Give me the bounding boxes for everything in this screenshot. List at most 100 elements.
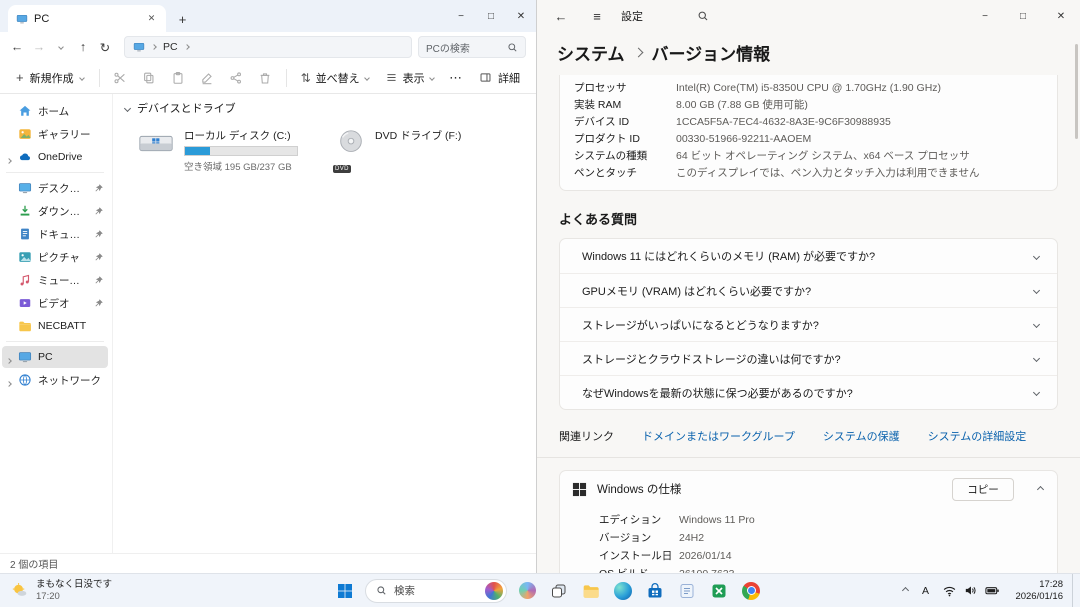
divider (537, 457, 1080, 458)
breadcrumb-chevron-icon (184, 44, 190, 50)
search-icon[interactable] (691, 4, 715, 28)
pin-icon (93, 275, 104, 286)
faq-item[interactable]: Windows 11 にはどれくらいのメモリ (RAM) が必要ですか? (560, 239, 1057, 273)
app-button-1[interactable] (672, 577, 702, 605)
sidebar-item-documents[interactable]: ドキュメント (2, 223, 108, 245)
start-button[interactable] (330, 577, 360, 605)
paste-button[interactable] (165, 66, 192, 90)
refresh-button[interactable]: ↻ (94, 36, 116, 58)
faq-item[interactable]: ストレージとクラウドストレージの違いは何ですか? (560, 341, 1057, 375)
faq-question: GPUメモリ (VRAM) はどれくらい必要ですか? (582, 283, 811, 299)
faq-item[interactable]: なぜWindowsを最新の状態に保つ必要があるのですか? (560, 375, 1057, 409)
faq-question: なぜWindowsを最新の状態に保つ必要があるのですか? (582, 385, 853, 401)
windows-spec-title: Windows の仕様 (597, 481, 942, 497)
tab-close-icon[interactable]: ✕ (143, 10, 160, 27)
delete-button[interactable] (252, 66, 279, 90)
spec-value: 00330-51966-92211-AAOEM (676, 131, 811, 148)
sidebar-item-label: PC (38, 351, 53, 363)
maximize-button[interactable]: □ (476, 0, 506, 32)
drive-name: ローカル ディスク (C:) (184, 128, 298, 143)
sidebar-item-label: ギャラリー (38, 127, 91, 142)
edge-button[interactable] (608, 577, 638, 605)
sidebar-item-gallery[interactable]: ギャラリー (2, 123, 108, 145)
explorer-command-bar: + 新規作成 ⇅ 並べ替え 表示 ⋯ 詳細 (0, 62, 536, 94)
forward-button[interactable]: → (28, 36, 50, 58)
faq-item[interactable]: GPUメモリ (VRAM) はどれくらい必要ですか? (560, 273, 1057, 307)
taskbar: まもなく日没です 17:20 検索 A 17:28 2026/01/16 (0, 573, 1080, 607)
show-desktop-button[interactable] (1072, 574, 1077, 607)
explorer-tab-pc[interactable]: PC ✕ (8, 5, 166, 32)
tray-overflow-button[interactable] (897, 577, 914, 605)
task-view-button[interactable] (544, 577, 574, 605)
ime-indicator[interactable]: A (914, 577, 936, 605)
menu-icon[interactable]: ≡ (585, 4, 609, 28)
sidebar-item-pictures[interactable]: ピクチャ (2, 246, 108, 268)
sort-button[interactable]: ⇅ 並べ替え (294, 66, 376, 90)
devices-and-drives-section[interactable]: デバイスとドライブ (125, 100, 526, 116)
new-item-button[interactable]: + 新規作成 (8, 66, 92, 90)
clock[interactable]: 17:28 2026/01/16 (1006, 579, 1072, 603)
link-system-protection[interactable]: システムの保護 (823, 428, 900, 444)
copilot-button[interactable] (512, 577, 542, 605)
cut-button[interactable] (107, 66, 134, 90)
item-count-label: 2 個の項目 (10, 556, 58, 571)
breadcrumb-pc[interactable]: PC (163, 41, 178, 53)
up-button[interactable]: ↑ (72, 36, 94, 58)
sidebar-item-onedrive[interactable]: OneDrive (2, 146, 108, 168)
windows-spec-card: Windows の仕様 コピー エディションWindows 11 Pro バージ… (559, 470, 1058, 573)
app-title: 設定 (621, 8, 643, 24)
drive-local-disk-c[interactable]: ローカル ディスク (C:) 空き領域 195 GB/237 GB (137, 128, 298, 173)
more-options-button[interactable]: ⋯ (443, 66, 469, 90)
maximize-button[interactable]: □ (1004, 0, 1042, 32)
minimize-button[interactable]: − (446, 0, 476, 32)
link-domain-or-workgroup[interactable]: ドメインまたはワークグループ (642, 428, 795, 444)
copy-button[interactable]: コピー (952, 478, 1014, 501)
back-button[interactable]: ← (549, 4, 573, 28)
chevron-up-icon[interactable] (1037, 485, 1044, 492)
new-tab-button[interactable]: + (174, 11, 191, 28)
close-button[interactable]: ✕ (1042, 0, 1080, 32)
chevron-down-icon (429, 75, 435, 81)
scrollbar[interactable] (1075, 44, 1078, 139)
copy-button[interactable] (136, 66, 163, 90)
pictures-icon (18, 250, 32, 264)
sidebar-item-desktop[interactable]: デスクトップ (2, 177, 108, 199)
rename-button[interactable] (194, 66, 221, 90)
chevron-down-icon (79, 75, 85, 81)
back-button[interactable]: ← (6, 36, 28, 58)
quick-settings-button[interactable] (936, 577, 1006, 605)
windows-spec-header[interactable]: Windows の仕様 コピー (560, 471, 1057, 507)
faq-question: ストレージがいっぱいになるとどうなりますか? (582, 317, 819, 333)
drive-dvd-f[interactable]: DVD DVD ドライブ (F:) (336, 128, 461, 173)
gallery-icon (18, 127, 32, 141)
spec-value: 26100.7623 (679, 565, 734, 573)
settings-content: システム バージョン情報 プロセッサIntel(R) Core(TM) i5-8… (537, 32, 1080, 573)
explorer-sidebar: ホーム ギャラリー OneDrive デスクトップ ダウンロード (0, 94, 113, 553)
breadcrumb-system[interactable]: システム (557, 40, 625, 65)
recent-locations-button[interactable] (50, 36, 72, 58)
link-advanced-system-settings[interactable]: システムの詳細設定 (928, 428, 1027, 444)
sidebar-item-network[interactable]: ネットワーク (2, 369, 108, 391)
taskbar-search-box[interactable]: 検索 (365, 579, 507, 603)
sidebar-item-music[interactable]: ミュージック (2, 269, 108, 291)
faq-item[interactable]: ストレージがいっぱいになるとどうなりますか? (560, 307, 1057, 341)
explorer-search-input[interactable]: PCの検索 (418, 36, 526, 58)
sidebar-item-downloads[interactable]: ダウンロード (2, 200, 108, 222)
minimize-button[interactable]: − (966, 0, 1004, 32)
faq-question: ストレージとクラウドストレージの違いは何ですか? (582, 351, 841, 367)
sidebar-item-necbatt[interactable]: NECBATT (2, 315, 108, 337)
address-bar[interactable]: PC (124, 36, 412, 58)
store-button[interactable] (640, 577, 670, 605)
view-button[interactable]: 表示 (378, 66, 441, 90)
file-explorer-button[interactable] (576, 577, 606, 605)
details-pane-button[interactable]: 詳細 (471, 66, 528, 90)
weather-widget[interactable]: まもなく日没です 17:20 (0, 574, 122, 607)
app-button-3[interactable] (736, 577, 766, 605)
spec-value: 8.00 GB (7.88 GB 使用可能) (676, 97, 808, 114)
sidebar-item-pc[interactable]: PC (2, 346, 108, 368)
sidebar-item-home[interactable]: ホーム (2, 100, 108, 122)
close-button[interactable]: ✕ (506, 0, 536, 32)
share-button[interactable] (223, 66, 250, 90)
app-button-2[interactable] (704, 577, 734, 605)
sidebar-item-videos[interactable]: ビデオ (2, 292, 108, 314)
